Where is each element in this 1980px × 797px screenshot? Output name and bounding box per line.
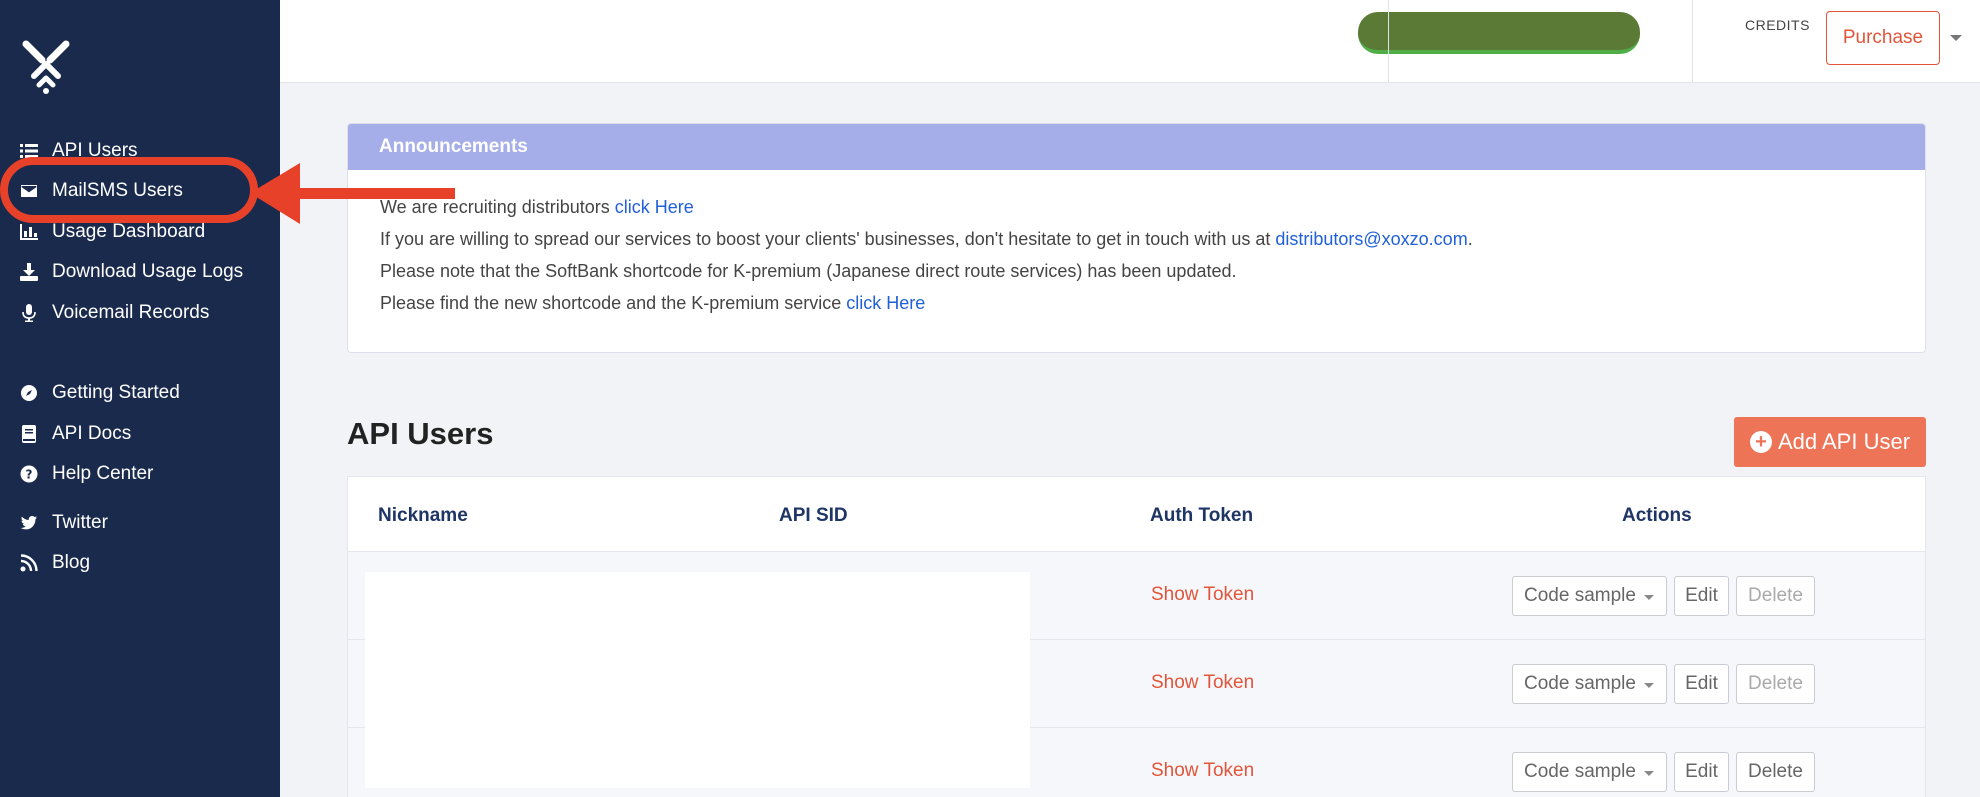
top-header: CREDITS Purchase: [280, 0, 1980, 83]
announcements-panel: Announcements We are recruiting distribu…: [347, 123, 1926, 353]
caret-down-icon: [1644, 683, 1654, 688]
twitter-icon: [18, 512, 40, 534]
sidebar-item-label: Blog: [52, 552, 91, 573]
divider: [1388, 0, 1389, 83]
announcement-link[interactable]: click Here: [846, 293, 925, 313]
divider: [1692, 0, 1693, 83]
announcement-line: Please note that the SoftBank shortcode …: [380, 261, 1237, 281]
show-token-link[interactable]: Show Token: [1151, 584, 1254, 606]
announcements-title: Announcements: [348, 124, 1925, 170]
sidebar-item-getting-started[interactable]: Getting Started: [18, 378, 180, 408]
distributors-email-link[interactable]: distributors@xoxzo.com: [1275, 229, 1467, 249]
credits-label: CREDITS: [1745, 17, 1810, 33]
rss-icon: [18, 552, 40, 574]
code-sample-dropdown[interactable]: Code sample: [1512, 664, 1667, 704]
download-icon: [18, 261, 40, 283]
show-token-link[interactable]: Show Token: [1151, 672, 1254, 694]
compass-icon: [18, 382, 40, 404]
chevron-down-icon[interactable]: [1950, 35, 1962, 41]
delete-button[interactable]: Delete: [1736, 752, 1815, 792]
sidebar-item-label: Download Usage Logs: [52, 261, 244, 282]
caret-down-icon: [1644, 595, 1654, 600]
sidebar-item-label: Twitter: [52, 512, 108, 533]
svg-text:?: ?: [26, 468, 33, 482]
sidebar-item-twitter[interactable]: Twitter: [18, 508, 108, 538]
announcement-link[interactable]: click Here: [615, 197, 694, 217]
code-sample-dropdown[interactable]: Code sample: [1512, 752, 1667, 792]
column-header-nickname: Nickname: [378, 505, 468, 526]
sidebar-item-label: Help Center: [52, 463, 154, 484]
annotation-arrow: [0, 157, 455, 224]
edit-button[interactable]: Edit: [1674, 752, 1729, 792]
column-header-auth-token: Auth Token: [1150, 505, 1254, 526]
edit-button[interactable]: Edit: [1674, 664, 1729, 704]
delete-button[interactable]: Delete: [1736, 576, 1815, 616]
microphone-icon: [18, 302, 40, 324]
xoxzo-logo-icon[interactable]: [20, 38, 72, 94]
caret-down-icon: [1644, 771, 1654, 776]
delete-button[interactable]: Delete: [1736, 664, 1815, 704]
column-header-api-sid: API SID: [779, 505, 848, 526]
purchase-button[interactable]: Purchase: [1826, 11, 1940, 65]
redacted-credit-balance: [1358, 12, 1640, 54]
add-api-user-button[interactable]: + Add API User: [1734, 417, 1926, 467]
sidebar-item-download-usage-logs[interactable]: Download Usage Logs: [18, 257, 243, 287]
announcement-line: If you are willing to spread our service…: [380, 229, 1473, 249]
page-title: API Users: [347, 416, 494, 451]
sidebar-item-voicemail-records[interactable]: Voicemail Records: [18, 298, 209, 328]
sidebar-item-label: Getting Started: [52, 382, 180, 403]
redacted-block: [365, 572, 1030, 788]
code-sample-dropdown[interactable]: Code sample: [1512, 576, 1667, 616]
sidebar-item-help-center[interactable]: ? Help Center: [18, 459, 153, 489]
question-circle-icon: ?: [18, 463, 40, 485]
edit-button[interactable]: Edit: [1674, 576, 1729, 616]
sidebar-item-label: API Docs: [52, 423, 132, 444]
show-token-link[interactable]: Show Token: [1151, 760, 1254, 782]
column-header-actions: Actions: [1622, 505, 1692, 526]
sidebar-item-api-docs[interactable]: API Docs: [18, 419, 131, 449]
plus-circle-icon: +: [1749, 431, 1772, 453]
sidebar-item-blog[interactable]: Blog: [18, 548, 90, 578]
sidebar: API Users MailSMS Users Usage Dashboard …: [0, 0, 280, 797]
announcement-line: Please find the new shortcode and the K-…: [380, 293, 926, 313]
book-icon: [18, 423, 40, 445]
sidebar-item-label: Voicemail Records: [52, 302, 210, 323]
